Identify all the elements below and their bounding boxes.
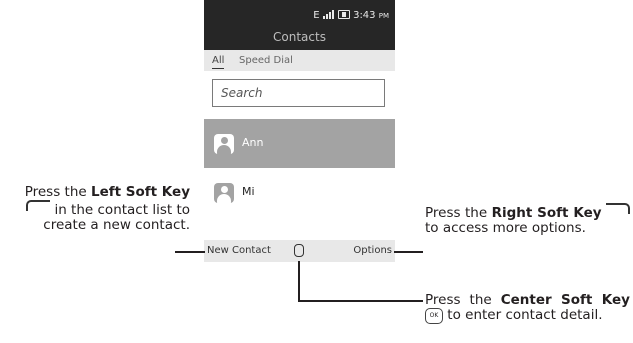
center-callout-line-h [298,300,423,302]
callout-text: Press the [425,205,492,221]
left-softkey-label[interactable]: New Contact [207,245,271,256]
callout-text: in the contact list to create a new cont… [43,202,190,233]
softkey-bar: New Contact Options [204,240,395,262]
contact-avatar-icon [214,183,234,203]
status-time: 3:43 [353,10,376,21]
tab-speed-dial-label: Speed Dial [239,55,293,66]
status-bar: E 3:43 PM Contacts [204,0,395,50]
callout-text: Press the [24,184,91,200]
right-softkey-callout: Press the Right Soft Key to access more … [425,203,630,236]
callout-key-name: Left Soft Key [91,184,190,200]
contact-row[interactable]: Mi [204,168,395,218]
contact-avatar-icon [214,134,234,154]
search-input[interactable]: Search [212,79,385,107]
ok-key-icon [425,308,443,324]
contact-row[interactable]: Ann [204,119,395,169]
search-placeholder: Search [221,86,263,100]
tab-bar: All Speed Dial [204,50,395,71]
signal-icon [322,10,335,22]
tab-speed-dial[interactable]: Speed Dial [232,55,293,66]
left-soft-key-icon [26,200,51,211]
status-indicators: E 3:43 PM [313,10,389,22]
callout-text: to access more options. [425,220,586,236]
center-softkey-callout: Press the Center Soft Key to enter conta… [425,293,630,324]
left-softkey-callout: Press the Left Soft Key in the contact l… [0,185,190,233]
callout-text: to enter contact detail. [443,307,603,323]
status-ampm: PM [378,12,389,20]
page-title: Contacts [273,30,326,44]
phone-screen: E 3:43 PM Contacts All Speed Dial Search… [204,0,395,262]
right-callout-line [394,251,423,253]
callout-key-name: Right Soft Key [491,205,602,221]
callout-key-name: Center Soft Key [500,292,630,308]
contact-name: Mi [242,185,255,198]
callout-text: Press the [425,292,501,308]
battery-icon [337,10,350,19]
contact-name: Ann [242,136,264,149]
tab-all[interactable]: All [212,55,225,69]
left-callout-line [175,251,205,253]
right-softkey-label[interactable]: Options [353,245,392,256]
network-type: E [313,10,320,21]
center-softkey-icon[interactable] [294,244,304,257]
right-soft-key-icon [606,203,630,214]
center-callout-line-v [298,261,300,301]
